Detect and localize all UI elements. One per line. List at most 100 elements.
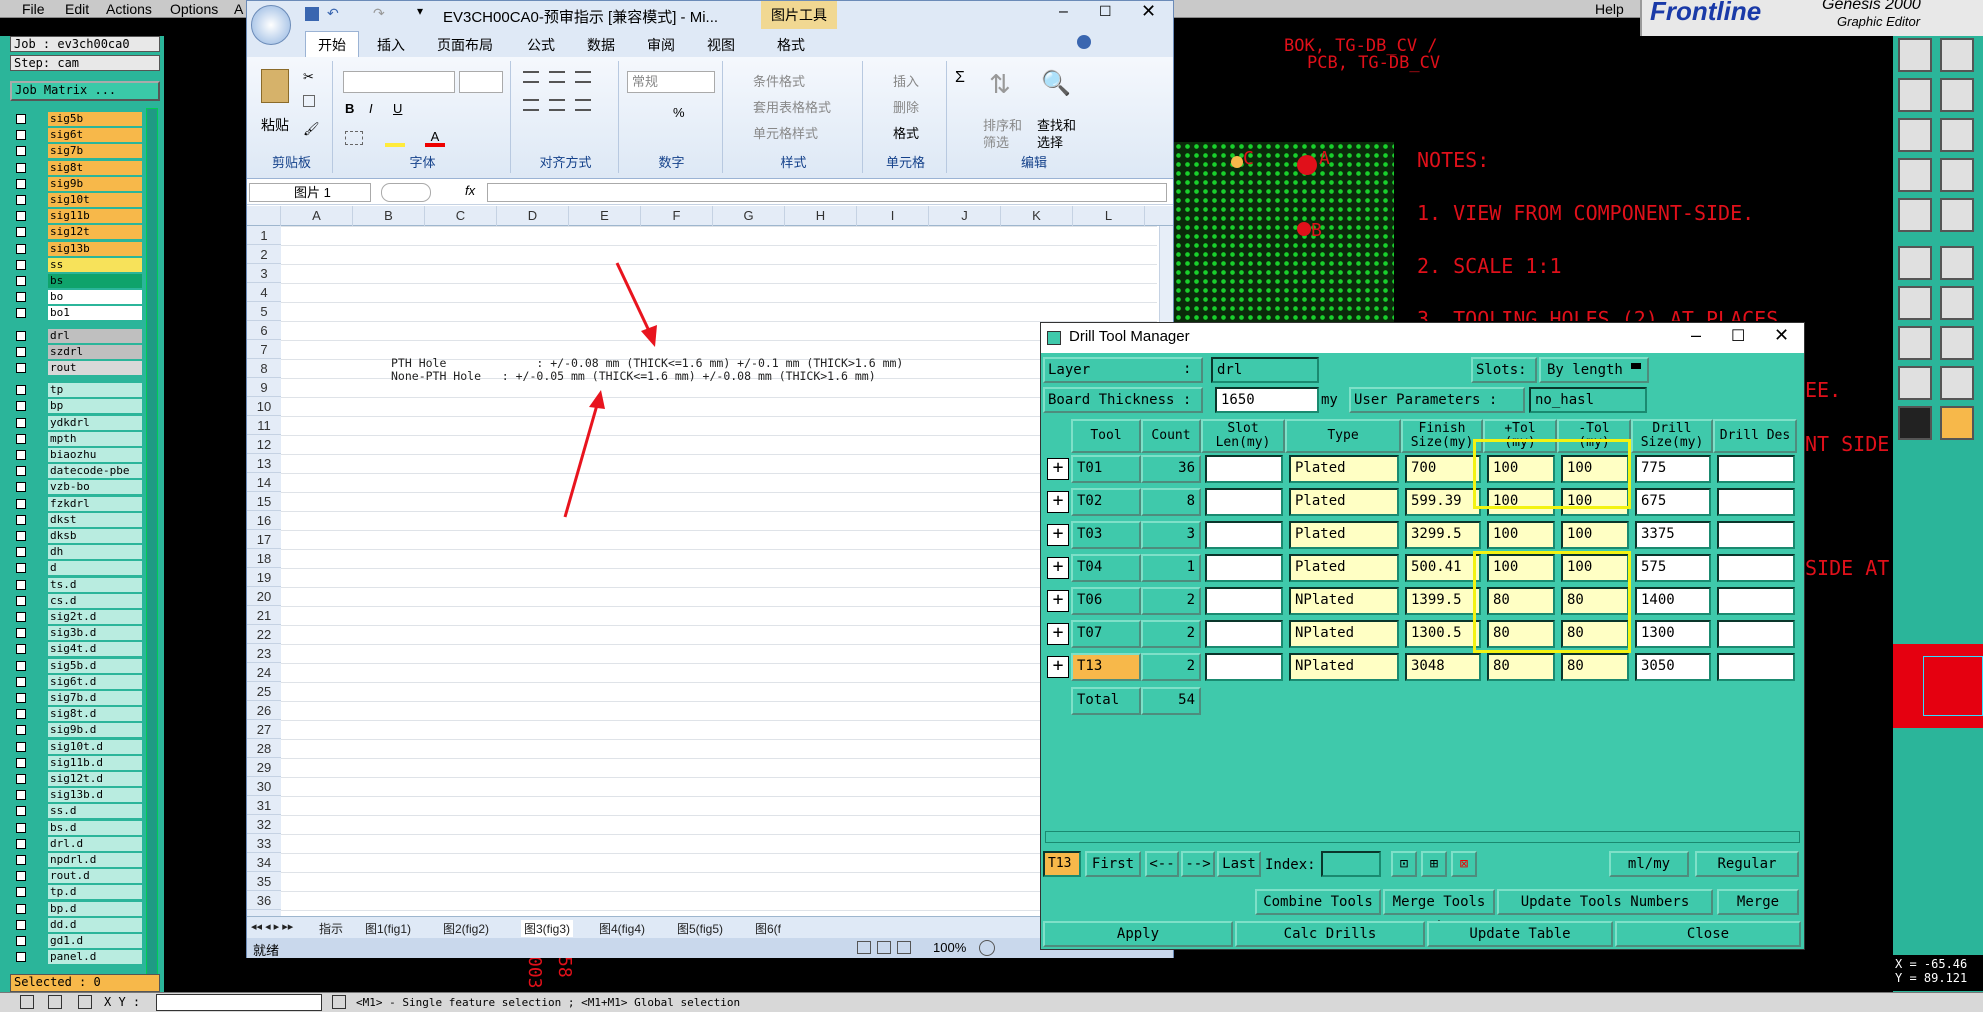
layer-name[interactable]: bs.d: [48, 820, 142, 835]
layer-name[interactable]: drl.d: [48, 836, 142, 851]
layer-checkbox[interactable]: [16, 757, 26, 768]
row-header[interactable]: 31: [247, 796, 281, 815]
tool-name[interactable]: T04: [1071, 554, 1141, 582]
tab-formulas[interactable]: 公式: [527, 35, 555, 55]
name-box[interactable]: 图片 1: [249, 183, 371, 202]
layer-name[interactable]: sig11b: [48, 209, 142, 224]
layer-row-cs-d[interactable]: cs.d: [12, 593, 142, 609]
number-format-select[interactable]: 常规: [627, 71, 715, 93]
format-painter-icon[interactable]: 🖌: [303, 121, 320, 137]
layer-name[interactable]: sig6t.d: [48, 674, 142, 689]
menu-options[interactable]: Options: [170, 1, 218, 17]
layer-row-bo[interactable]: bo: [12, 290, 142, 305]
layer-row-rout-d[interactable]: rout.d: [12, 869, 142, 884]
toolbar-button-3-1[interactable]: [1940, 158, 1974, 192]
paste-label[interactable]: 粘贴: [261, 115, 289, 135]
grid-icon[interactable]: ⊞: [1421, 851, 1447, 877]
layer-name[interactable]: sig12t: [48, 225, 142, 240]
row-header[interactable]: 33: [247, 834, 281, 853]
layer-name[interactable]: ss.d: [48, 804, 142, 819]
layer-checkbox[interactable]: [16, 741, 26, 752]
toolbar-button-3-0[interactable]: [1898, 158, 1932, 192]
layer-checkbox[interactable]: [16, 346, 26, 357]
row-header[interactable]: 19: [247, 568, 281, 587]
layer-name[interactable]: sig10t.d: [48, 739, 142, 754]
row-header[interactable]: 10: [247, 397, 281, 416]
layer-name[interactable]: mpth: [48, 431, 142, 446]
column-header[interactable]: K: [1001, 206, 1073, 226]
layer-name[interactable]: dh: [48, 545, 142, 560]
toolbar-button-9-0[interactable]: [1898, 406, 1932, 440]
finish-size-field[interactable]: 1399.5: [1405, 587, 1481, 615]
type-select[interactable]: NPlated: [1289, 653, 1399, 681]
layer-row-sig13b-d[interactable]: sig13b.d: [12, 788, 142, 803]
tab-home[interactable]: 开始: [305, 31, 359, 58]
menu-file[interactable]: File: [22, 1, 45, 17]
layer-name[interactable]: npdrl.d: [48, 853, 142, 867]
layer-row-sig8t[interactable]: sig8t: [12, 160, 142, 176]
layer-checkbox[interactable]: [16, 822, 26, 833]
row-header[interactable]: 6: [247, 321, 281, 340]
layer-name[interactable]: ydkdrl: [48, 415, 142, 430]
sheet-tab-2[interactable]: 图1(fig1): [365, 920, 411, 937]
row-header[interactable]: 4: [247, 283, 281, 302]
column-header[interactable]: G: [713, 206, 785, 226]
tab-format[interactable]: 格式: [777, 35, 805, 55]
layer-name[interactable]: panel.d: [48, 950, 142, 965]
layer-checkbox[interactable]: [16, 725, 26, 736]
drill-size-field[interactable]: 1400: [1635, 587, 1711, 615]
zoom-icon[interactable]: ⊡: [1391, 851, 1417, 877]
slot-len-field[interactable]: [1205, 455, 1283, 483]
first-button[interactable]: First: [1085, 851, 1141, 877]
find-icon[interactable]: 🔍: [1041, 69, 1071, 98]
layer-row-szdrl[interactable]: szdrl: [12, 344, 142, 360]
units-select[interactable]: ml/my: [1609, 851, 1689, 877]
toolbar-button-1-0[interactable]: [1898, 78, 1932, 112]
expand-row-button[interactable]: +: [1047, 590, 1069, 612]
layer-checkbox[interactable]: [16, 774, 26, 784]
last-button[interactable]: Last: [1217, 851, 1261, 877]
status-icon-4[interactable]: [332, 995, 346, 1009]
layer-row-sig10t-d[interactable]: sig10t.d: [12, 739, 142, 755]
layer-checkbox[interactable]: [16, 195, 26, 205]
tab-view[interactable]: 视图: [707, 35, 735, 55]
sheet-tab-6[interactable]: 图5(fig5): [677, 920, 723, 937]
minus-tol-field[interactable]: 100: [1561, 521, 1629, 549]
layer-checkbox[interactable]: [16, 952, 26, 963]
toolbar-button-4-0[interactable]: [1898, 198, 1932, 232]
tab-page-layout[interactable]: 页面布局: [437, 35, 493, 55]
status-icon-1[interactable]: [20, 995, 34, 1009]
update-tools-numbers-select[interactable]: Update Tools Numbers: [1497, 889, 1713, 915]
layer-row-sig6t-d[interactable]: sig6t.d: [12, 674, 142, 690]
layer-field[interactable]: drl: [1211, 357, 1319, 383]
row-header[interactable]: 21: [247, 606, 281, 625]
slot-len-field[interactable]: [1205, 587, 1283, 615]
layer-row-vzb-bo[interactable]: vzb-bo: [12, 480, 142, 495]
layer-row-sig11b[interactable]: sig11b: [12, 209, 142, 224]
tool-name[interactable]: T13: [1071, 653, 1141, 681]
layer-name[interactable]: datecode-pbe: [48, 464, 142, 479]
layer-checkbox[interactable]: [16, 855, 26, 865]
layer-name[interactable]: bp.d: [48, 901, 142, 916]
layer-row-npdrl-d[interactable]: npdrl.d: [12, 853, 142, 868]
layer-row-d[interactable]: d: [12, 561, 142, 576]
expand-row-button[interactable]: +: [1047, 656, 1069, 678]
paste-icon[interactable]: [261, 69, 289, 103]
layer-name[interactable]: vzb-bo: [48, 480, 142, 495]
column-header[interactable]: A: [281, 206, 353, 226]
layer-checkbox[interactable]: [16, 114, 26, 124]
layer-name[interactable]: sig9b.d: [48, 723, 142, 738]
row-header[interactable]: 9: [247, 378, 281, 397]
drill-size-field[interactable]: 3050: [1635, 653, 1711, 681]
layer-checkbox[interactable]: [16, 936, 26, 946]
drill-size-field[interactable]: 3375: [1635, 521, 1711, 549]
layer-row-ts-d[interactable]: ts.d: [12, 577, 142, 593]
layer-row-sig9b-d[interactable]: sig9b.d: [12, 723, 142, 738]
type-select[interactable]: Plated: [1289, 455, 1399, 483]
layer-name[interactable]: sig8t.d: [48, 707, 142, 722]
layer-checkbox[interactable]: [16, 363, 26, 373]
column-header[interactable]: J: [929, 206, 1001, 226]
layer-row-rout[interactable]: rout: [12, 361, 142, 376]
layer-name[interactable]: sig9b: [48, 176, 142, 191]
toolbar-button-1-1[interactable]: [1940, 78, 1974, 112]
